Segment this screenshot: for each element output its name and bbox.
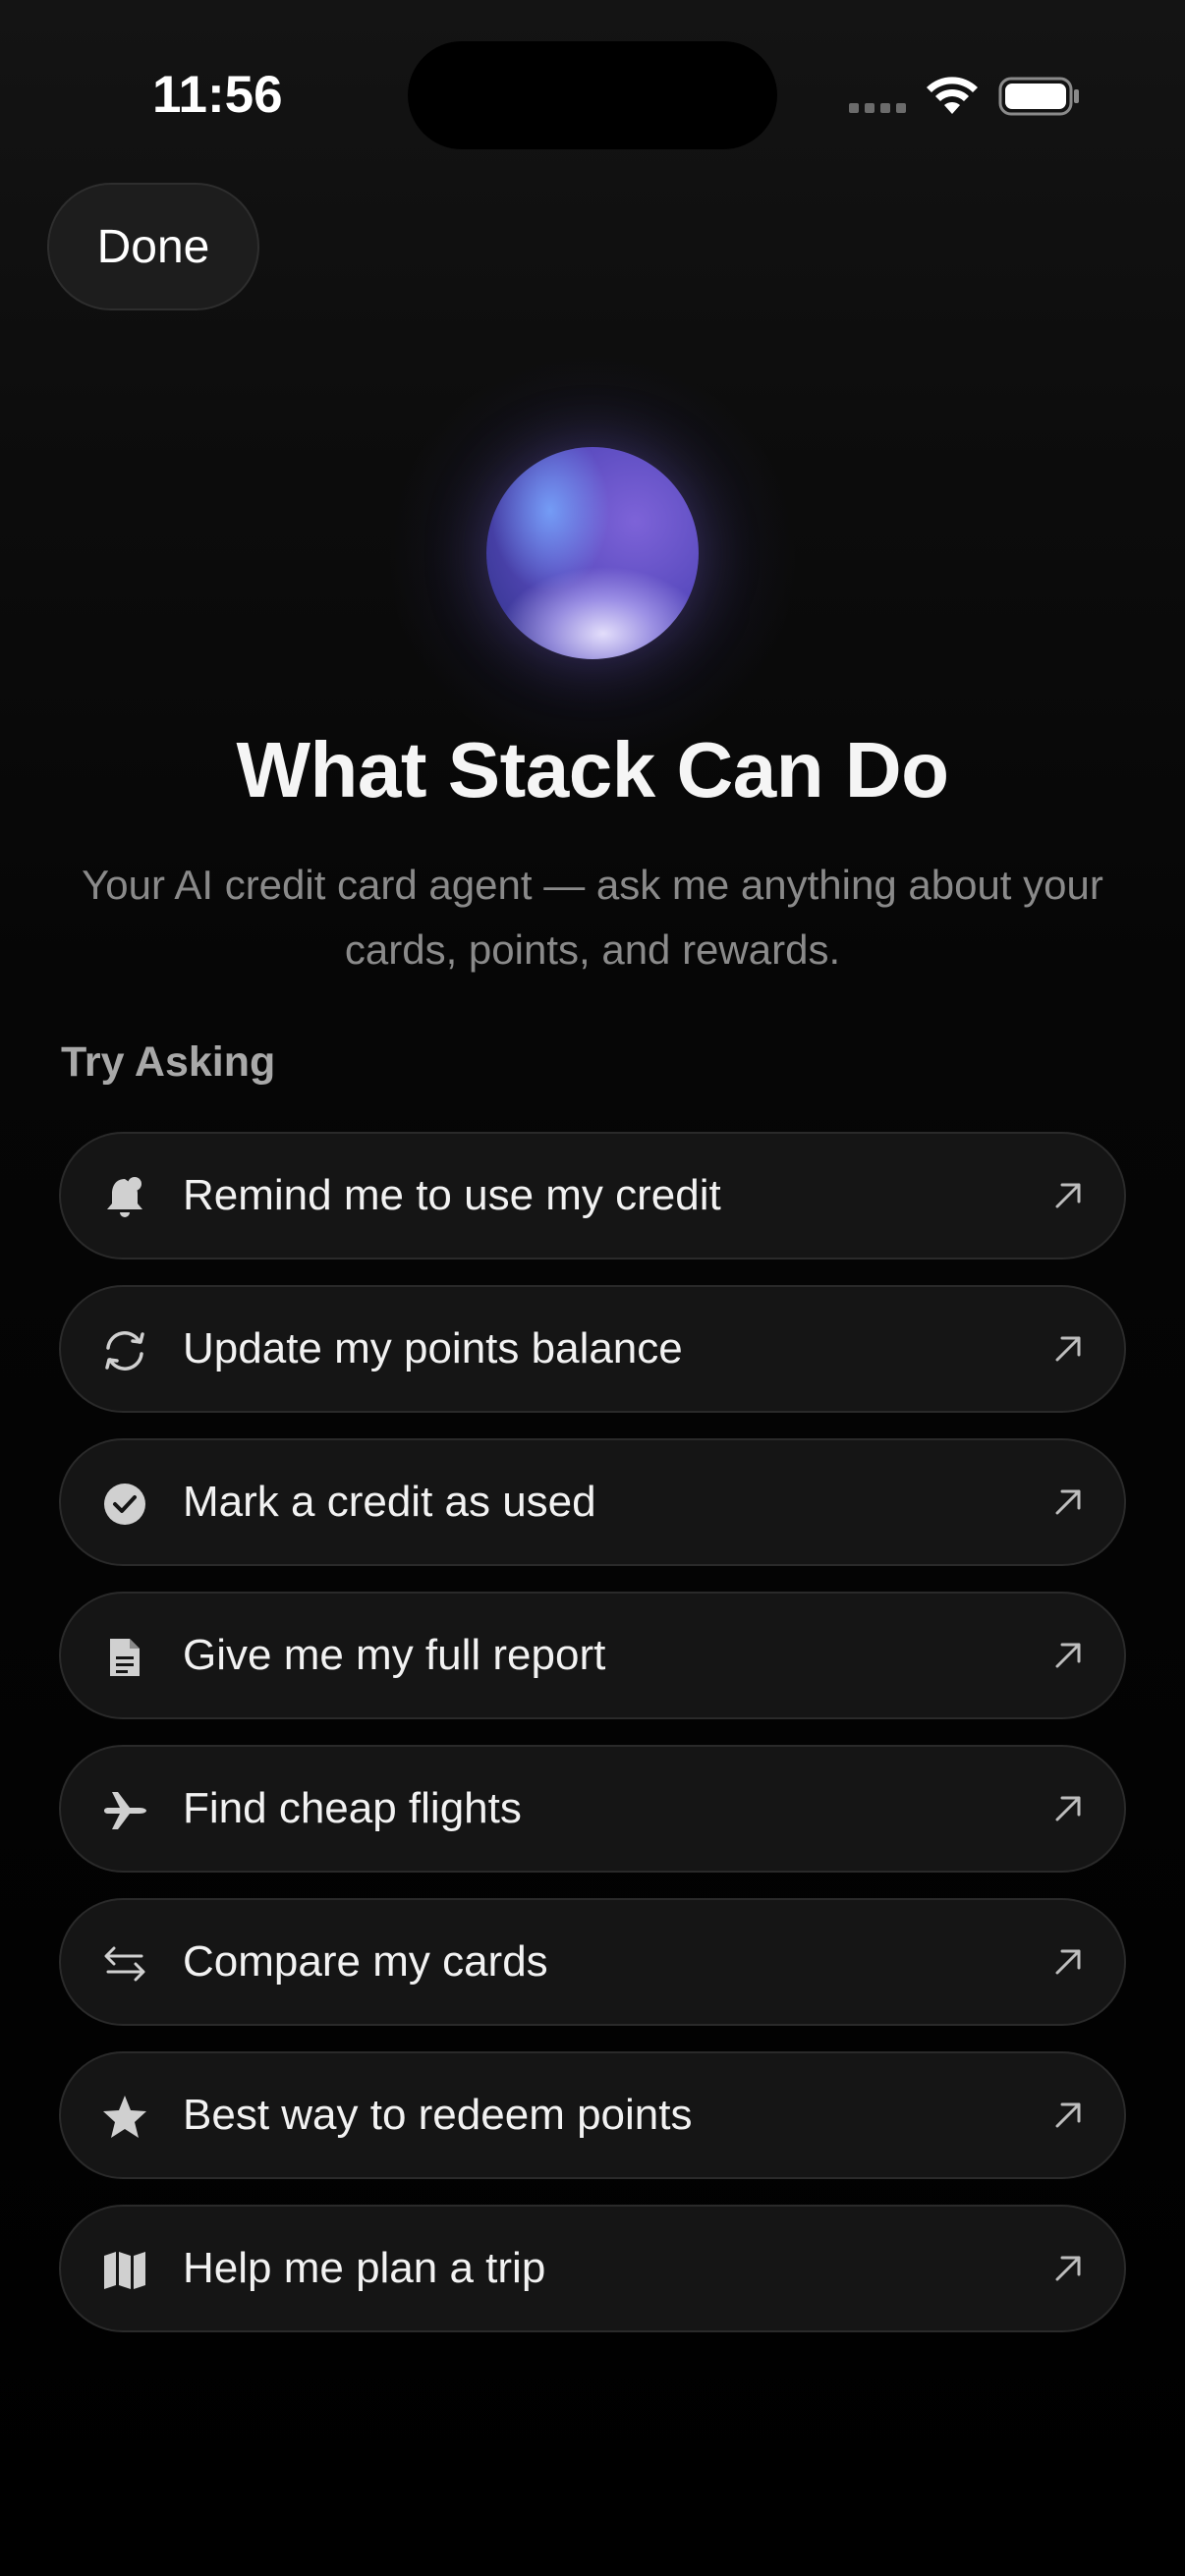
suggestion-compare-cards[interactable]: Compare my cards bbox=[59, 1898, 1126, 2026]
checkmark-circle-icon bbox=[104, 1484, 145, 1525]
arrow-up-right-icon bbox=[1055, 1796, 1081, 1821]
suggestion-label: Best way to redeem points bbox=[183, 2091, 693, 2139]
suggestion-label: Remind me to use my credit bbox=[183, 1171, 721, 1219]
document-icon bbox=[110, 1639, 140, 1676]
suggestion-label: Update my points balance bbox=[183, 1324, 683, 1372]
suggestion-cheap-flights[interactable]: Find cheap flights bbox=[59, 1745, 1126, 1873]
swap-arrows-icon bbox=[104, 1946, 145, 1982]
screen: 11:56 Done What Stack Can Do Your AI cre… bbox=[0, 0, 1185, 2576]
arrow-up-right-icon bbox=[1055, 1643, 1081, 1668]
suggestion-mark-credit-used[interactable]: Mark a credit as used bbox=[59, 1438, 1126, 1566]
arrow-up-right-icon bbox=[1055, 2256, 1081, 2281]
star-icon bbox=[103, 2096, 146, 2138]
done-button[interactable]: Done bbox=[47, 183, 259, 310]
arrow-up-right-icon bbox=[1055, 1336, 1081, 1362]
page-title: What Stack Can Do bbox=[236, 726, 949, 813]
map-icon bbox=[104, 2252, 145, 2289]
suggestion-label: Give me my full report bbox=[183, 1631, 606, 1679]
arrow-up-right-icon bbox=[1055, 2102, 1081, 2128]
suggestion-label: Compare my cards bbox=[183, 1937, 548, 1986]
suggestion-plan-trip[interactable]: Help me plan a trip bbox=[59, 2205, 1126, 2332]
arrow-up-right-icon bbox=[1055, 1949, 1081, 1975]
bell-badge-icon bbox=[107, 1177, 142, 1217]
ai-orb-icon bbox=[486, 447, 699, 659]
suggestion-update-points[interactable]: Update my points balance bbox=[59, 1285, 1126, 1413]
arrow-up-right-icon bbox=[1055, 1183, 1081, 1208]
dynamic-island bbox=[408, 41, 777, 149]
refresh-icon bbox=[105, 1331, 144, 1371]
suggestion-full-report[interactable]: Give me my full report bbox=[59, 1592, 1126, 1719]
suggestion-label: Mark a credit as used bbox=[183, 1478, 596, 1526]
airplane-icon bbox=[104, 1792, 146, 1829]
suggestion-remind-credit[interactable]: Remind me to use my credit bbox=[59, 1132, 1126, 1260]
cellular-signal-icon bbox=[849, 103, 906, 113]
page-subtitle: Your AI credit card agent — ask me anyth… bbox=[82, 862, 1103, 973]
suggestion-label: Find cheap flights bbox=[183, 1784, 522, 1832]
wifi-icon bbox=[927, 77, 978, 114]
suggestion-redeem-points[interactable]: Best way to redeem points bbox=[59, 2051, 1126, 2179]
suggestion-label: Help me plan a trip bbox=[183, 2244, 546, 2292]
status-time: 11:56 bbox=[152, 66, 283, 124]
section-label-try-asking: Try Asking bbox=[61, 1038, 276, 1086]
arrow-up-right-icon bbox=[1055, 1489, 1081, 1515]
battery-icon bbox=[998, 77, 1079, 116]
